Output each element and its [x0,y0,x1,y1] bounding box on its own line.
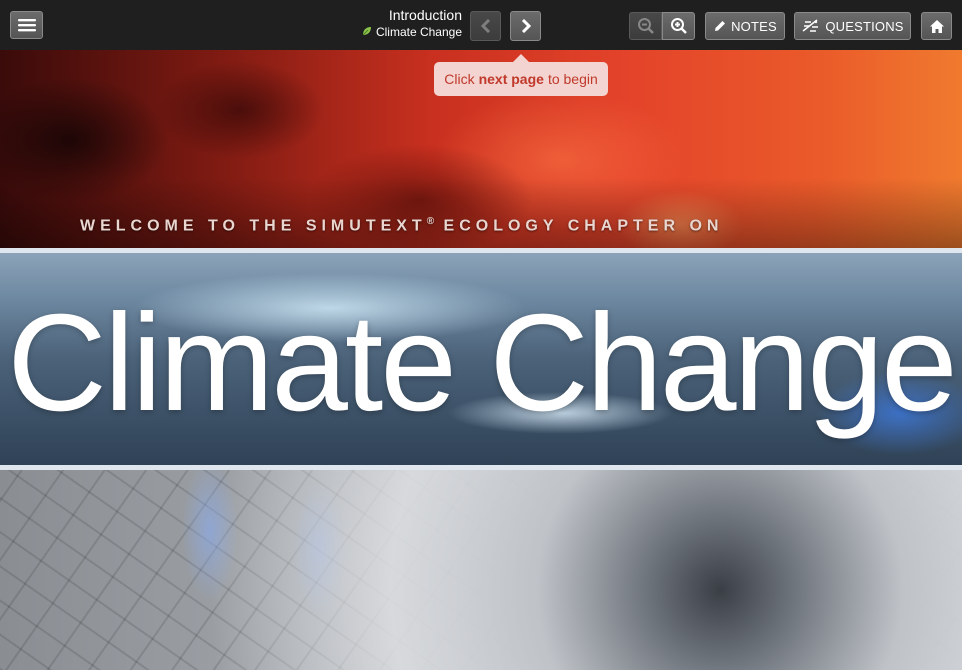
menu-button[interactable] [10,11,43,39]
chapter-title-row: Climate Change [340,24,462,40]
pencil-icon [713,19,727,33]
chapter-title: Climate Change [375,25,462,39]
drought-hurricane-banner [0,470,962,670]
notes-label: NOTES [731,18,777,34]
zoom-out-button[interactable] [629,12,662,40]
hint-prefix: Click [444,71,475,87]
section-title: Introduction [388,7,462,23]
zoom-in-button[interactable] [662,12,695,40]
hint-suffix: to begin [547,71,598,87]
notes-button[interactable]: NOTES [705,12,785,40]
questions-button[interactable]: QUESTIONS [794,12,911,40]
zoom-in-icon [670,17,688,35]
iceberg-banner: Climate Change [0,253,962,465]
breadcrumb: Introduction Climate Change [340,7,462,40]
chevron-right-icon [520,19,532,33]
home-icon [929,19,945,34]
welcome-text: WELCOME TO THE SIMUTEXT [80,217,427,235]
leaf-icon [362,24,372,40]
chapter-hero-title: Climate Change [7,286,958,440]
hint-bold: next page [478,71,544,87]
home-button[interactable] [921,12,952,40]
previous-page-button[interactable] [470,11,501,41]
next-page-button[interactable] [510,11,541,41]
questions-icon [801,18,821,34]
welcome-suffix: ECOLOGY CHAPTER ON [434,217,724,235]
zoom-out-icon [637,17,655,35]
hamburger-menu-icon [17,18,36,32]
top-toolbar: Introduction Climate Change NOTES QUESTI… [0,0,962,50]
questions-label: QUESTIONS [825,18,904,34]
registered-mark: ® [426,216,435,227]
welcome-heading: WELCOME TO THE SIMUTEXT® ECOLOGY CHAPTER… [80,216,723,235]
chevron-left-icon [480,19,492,33]
next-page-hint-tooltip: Click next page to begin [434,54,608,96]
chapter-hero-image: WELCOME TO THE SIMUTEXT® ECOLOGY CHAPTER… [0,50,962,670]
